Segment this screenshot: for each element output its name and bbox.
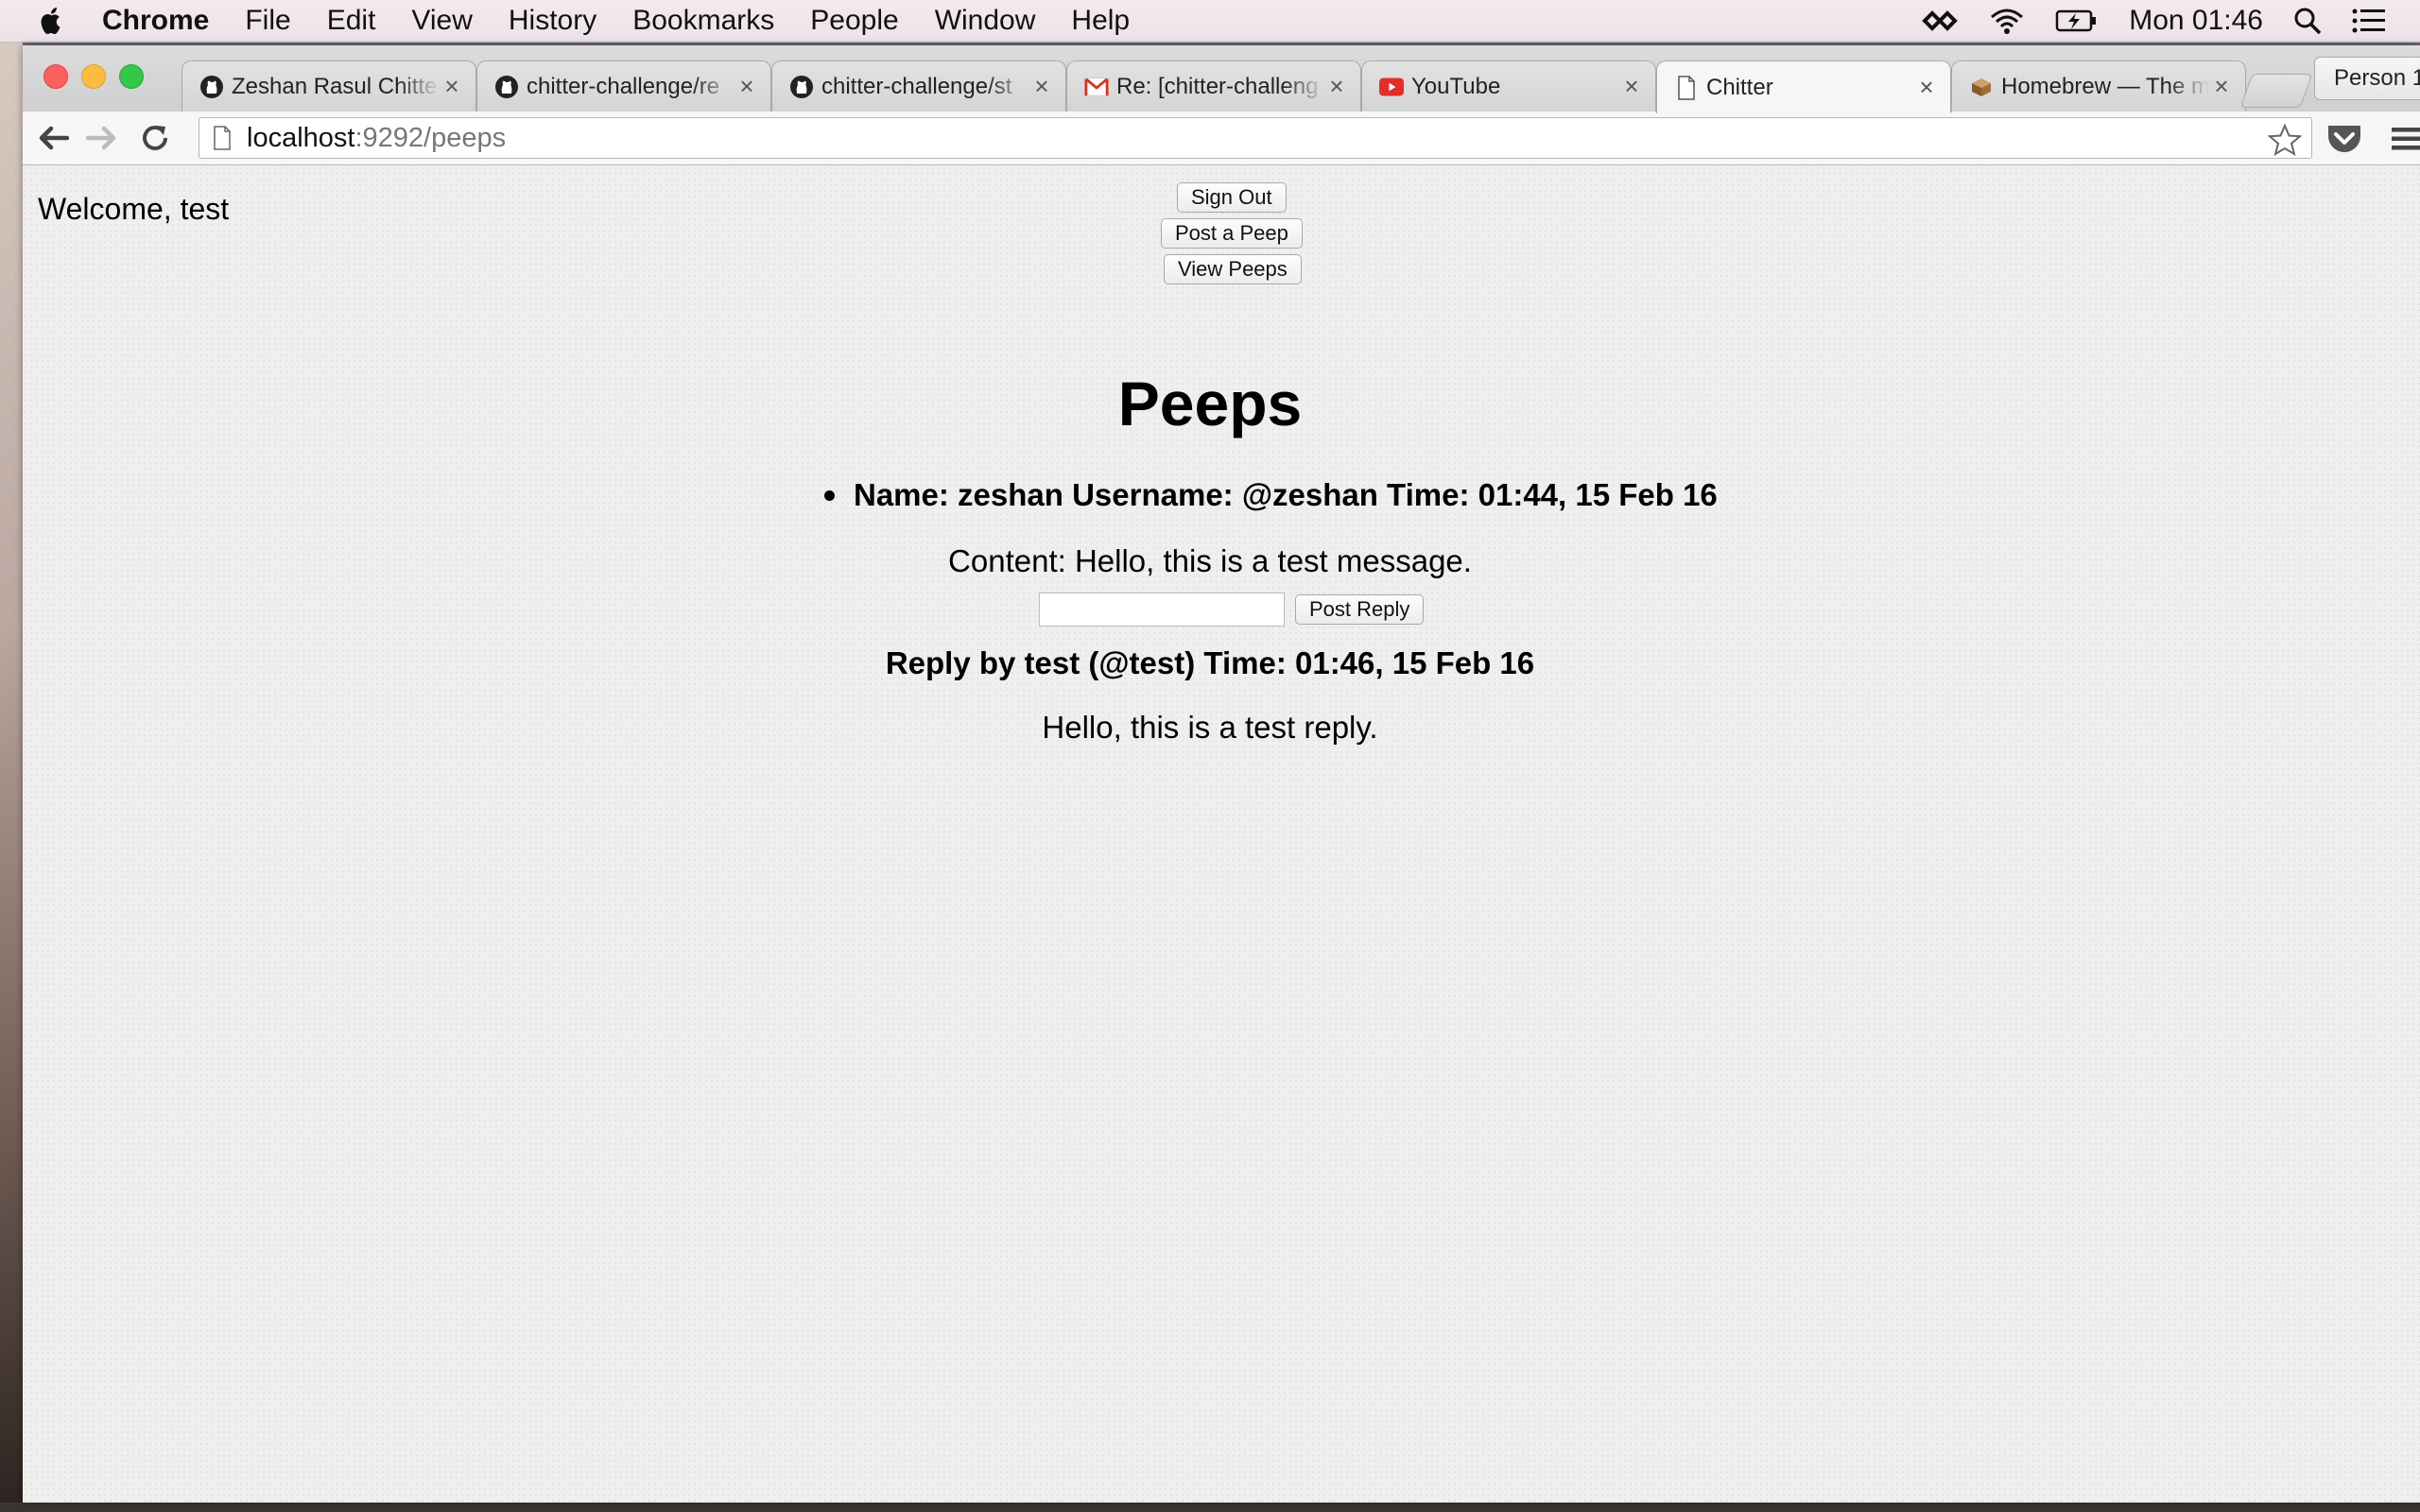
view-peeps-button[interactable]: View Peeps — [1164, 254, 1302, 284]
post-peep-button[interactable]: Post a Peep — [1161, 218, 1303, 249]
apple-icon[interactable] — [38, 6, 64, 36]
tab-homebrew[interactable]: Homebrew — The m × — [1951, 60, 2246, 112]
list-bullet — [824, 490, 835, 501]
menu-file[interactable]: File — [245, 5, 290, 37]
sign-out-button[interactable]: Sign Out — [1177, 182, 1287, 213]
page-icon — [1674, 75, 1699, 100]
browser-toolbar: localhost:9292/peeps — [23, 112, 2420, 165]
peep-meta: Name: zeshan Username: @zeshan Time: 01:… — [854, 477, 1718, 512]
reply-input[interactable] — [1039, 593, 1285, 627]
peep-header: Name: zeshan Username: @zeshan Time: 01:… — [824, 477, 1718, 513]
url-host: localhost — [247, 122, 355, 153]
close-window-button[interactable] — [43, 64, 68, 89]
homebrew-icon — [1969, 75, 1994, 99]
menu-edit[interactable]: Edit — [327, 5, 376, 37]
battery-icon[interactable] — [2055, 9, 2099, 33]
menu-help[interactable]: Help — [1071, 5, 1130, 37]
notification-center-icon[interactable] — [2352, 8, 2386, 34]
close-tab-icon[interactable]: × — [1619, 72, 1644, 101]
hamburger-menu-icon[interactable] — [2390, 125, 2420, 158]
youtube-icon — [1379, 75, 1404, 99]
tab-gmail[interactable]: Re: [chitter-challeng × — [1066, 60, 1361, 112]
new-tab-button[interactable] — [2239, 74, 2313, 108]
tab-github-repo-2[interactable]: chitter-challenge/st × — [771, 60, 1066, 112]
reply-header: Reply by test (@test) Time: 01:46, 15 Fe… — [885, 645, 1535, 680]
menu-bookmarks[interactable]: Bookmarks — [632, 5, 774, 37]
tab-strip: Zeshan Rasul Chitter × chitter-challenge… — [23, 45, 2420, 113]
tab-title: chitter-challenge/st — [821, 73, 1012, 99]
close-tab-icon[interactable]: × — [1914, 73, 1939, 102]
post-reply-button[interactable]: Post Reply — [1295, 594, 1425, 625]
close-tab-icon[interactable]: × — [2209, 72, 2234, 101]
back-arrow-icon[interactable] — [36, 121, 70, 155]
menubar-clock[interactable]: Mon 01:46 — [2129, 5, 2263, 37]
close-tab-icon[interactable]: × — [440, 72, 464, 101]
tab-title: Re: [chitter-challeng — [1116, 73, 1319, 99]
peep-content: Content: Hello, this is a test message. — [948, 543, 1472, 578]
close-tab-icon[interactable]: × — [735, 72, 759, 101]
tab-title: Chitter — [1706, 74, 1773, 100]
tab-title: Zeshan Rasul Chitter — [232, 73, 440, 99]
url-path: :9292/peeps — [354, 122, 507, 153]
welcome-message: Welcome, test — [38, 192, 230, 226]
github-icon — [199, 75, 224, 99]
gmail-icon — [1084, 75, 1109, 99]
tab-github-profile[interactable]: Zeshan Rasul Chitter × — [182, 60, 476, 112]
address-bar[interactable]: localhost:9292/peeps — [199, 117, 2312, 159]
pocket-icon[interactable] — [2325, 123, 2363, 160]
desktop-background — [0, 43, 23, 1512]
github-icon — [789, 75, 814, 99]
tab-chitter[interactable]: Chitter × — [1656, 60, 1951, 113]
page-icon — [213, 126, 232, 150]
menu-chrome[interactable]: Chrome — [102, 5, 209, 37]
status-area: Mon 01:46 — [1891, 0, 2386, 42]
menu-history[interactable]: History — [509, 5, 596, 37]
github-icon — [494, 75, 519, 99]
forward-arrow-icon[interactable] — [85, 121, 119, 155]
menu-bar: Chrome File Edit View History Bookmarks … — [0, 0, 2420, 43]
tab-youtube[interactable]: YouTube × — [1361, 60, 1656, 112]
tab-title: chitter-challenge/re — [527, 73, 720, 99]
spotlight-search-icon[interactable] — [2293, 7, 2322, 35]
tab-github-repo[interactable]: chitter-challenge/re × — [476, 60, 771, 112]
reply-content: Hello, this is a test reply. — [1042, 710, 1378, 745]
close-tab-icon[interactable]: × — [1324, 72, 1349, 101]
tab-title: YouTube — [1411, 73, 1501, 99]
desktop-background-bottom — [0, 1503, 2420, 1512]
wifi-icon[interactable] — [1989, 7, 2025, 35]
menu-view[interactable]: View — [411, 5, 472, 37]
zoom-window-button[interactable] — [119, 64, 144, 89]
profile-button[interactable]: Person 1 — [2314, 57, 2420, 100]
close-tab-icon[interactable]: × — [1029, 72, 1054, 101]
bookmark-star-icon[interactable] — [2267, 123, 2303, 163]
menu-people[interactable]: People — [810, 5, 898, 37]
minimize-window-button[interactable] — [81, 64, 106, 89]
dropbox-icon[interactable] — [1921, 9, 1959, 32]
page-content: Welcome, test Sign Out Post a Peep View … — [23, 165, 2420, 1503]
browser-window: Zeshan Rasul Chitter × chitter-challenge… — [23, 45, 2420, 1503]
menu-window[interactable]: Window — [935, 5, 1036, 37]
reload-icon[interactable] — [138, 121, 172, 155]
page-title: Peeps — [1117, 369, 1303, 438]
tab-title: Homebrew — The m — [2001, 73, 2209, 99]
